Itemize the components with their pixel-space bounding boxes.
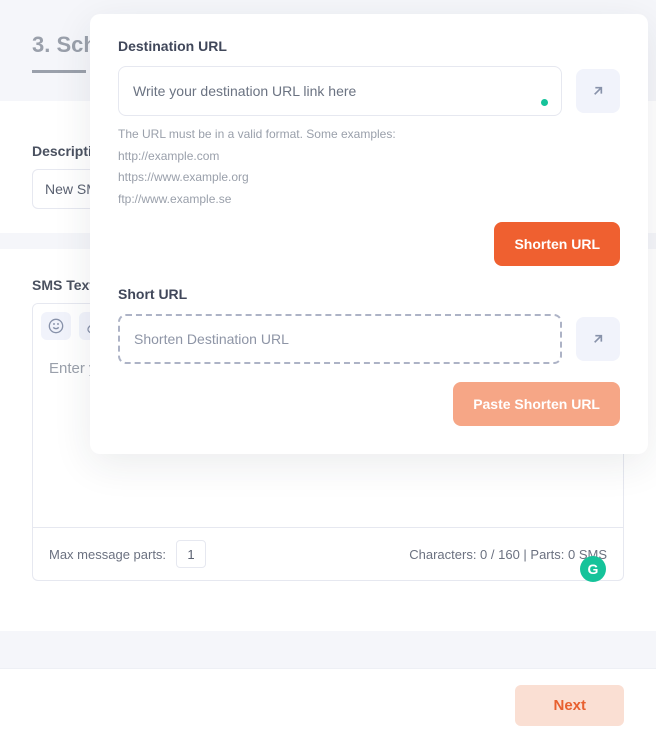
next-button[interactable]: Next xyxy=(515,685,624,726)
expand-destination-icon[interactable] xyxy=(576,69,620,113)
short-url-input[interactable] xyxy=(118,314,562,364)
url-shorten-modal: Destination URL The URL must be in a val… xyxy=(90,14,648,454)
max-parts-label: Max message parts: xyxy=(49,547,166,562)
emoji-icon[interactable] xyxy=(41,312,71,340)
step-underline xyxy=(32,70,86,73)
destination-url-label: Destination URL xyxy=(118,38,620,54)
validation-dot-icon xyxy=(541,99,548,106)
shorten-url-button[interactable]: Shorten URL xyxy=(494,222,620,266)
expand-short-icon[interactable] xyxy=(576,317,620,361)
destination-url-input[interactable] xyxy=(118,66,562,116)
paste-shorten-url-button[interactable]: Paste Shorten URL xyxy=(453,382,620,426)
url-help-text: The URL must be in a valid format. Some … xyxy=(118,124,620,210)
max-parts-input[interactable] xyxy=(176,540,206,568)
sms-footer: Max message parts: Characters: 0 / 160 |… xyxy=(33,527,623,580)
sms-stats: Characters: 0 / 160 | Parts: 0 SMS xyxy=(409,547,607,562)
short-url-label: Short URL xyxy=(118,286,620,302)
bottom-bar: Next xyxy=(0,668,656,742)
grammarly-icon[interactable]: G xyxy=(580,556,606,582)
